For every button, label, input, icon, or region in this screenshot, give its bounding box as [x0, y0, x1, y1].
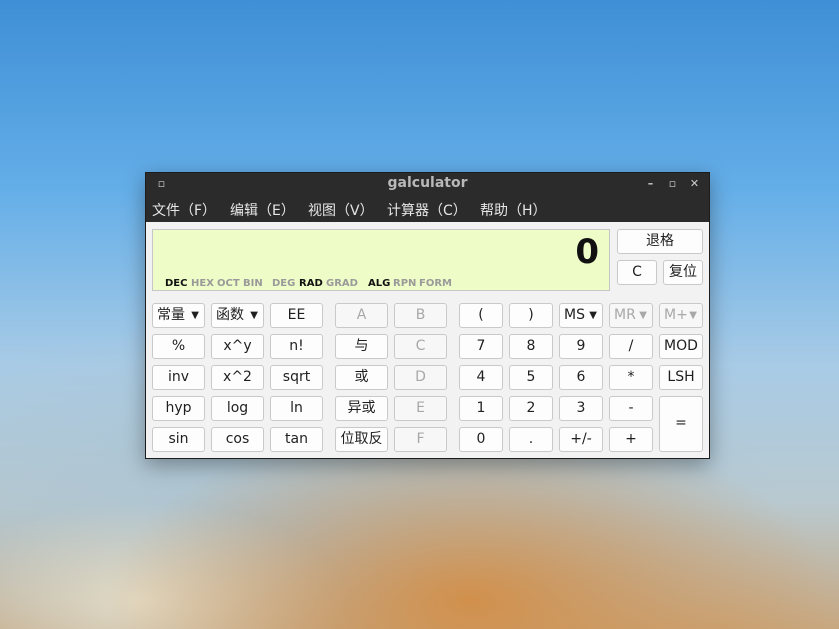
memory-store-dropdown[interactable]: MS ▼: [559, 303, 603, 328]
lsh-button[interactable]: LSH: [659, 365, 703, 390]
percent-button[interactable]: %: [152, 334, 205, 359]
divide-button[interactable]: /: [609, 334, 653, 359]
mplus-label: M+: [664, 307, 688, 323]
multiply-button[interactable]: *: [609, 365, 653, 390]
not-button[interactable]: 位取反: [335, 427, 388, 452]
left-paren-button[interactable]: (: [459, 303, 503, 328]
sin-button[interactable]: sin: [152, 427, 205, 452]
chevron-down-icon: ▼: [639, 310, 647, 321]
mode-rpn[interactable]: RPN: [393, 278, 416, 289]
cos-button[interactable]: cos: [211, 427, 264, 452]
menu-bar: 文件（F） 编辑（E） 视图（V） 计算器（C） 帮助（H）: [146, 195, 709, 222]
calculator-window: ▫ galculator – ▫ ✕ 文件（F） 编辑（E） 视图（V） 计算器…: [145, 172, 710, 459]
chevron-down-icon: ▼: [589, 310, 597, 321]
hex-d-button[interactable]: D: [394, 365, 447, 390]
mode-grad[interactable]: GRAD: [326, 278, 358, 289]
reset-button[interactable]: 复位: [663, 260, 703, 285]
chevron-down-icon: ▼: [250, 310, 258, 321]
ln-button[interactable]: ln: [270, 396, 323, 421]
digit-1-button[interactable]: 1: [459, 396, 503, 421]
ms-label: MS: [564, 307, 585, 323]
sqrt-button[interactable]: sqrt: [270, 365, 323, 390]
add-button[interactable]: +: [609, 427, 653, 452]
mode-dec[interactable]: DEC: [165, 278, 187, 289]
ee-button[interactable]: EE: [270, 303, 323, 328]
decimal-point-button[interactable]: .: [509, 427, 553, 452]
functions-label: 函数: [216, 307, 244, 323]
digit-5-button[interactable]: 5: [509, 365, 553, 390]
and-button[interactable]: 与: [335, 334, 388, 359]
digit-6-button[interactable]: 6: [559, 365, 603, 390]
hex-a-button[interactable]: A: [335, 303, 388, 328]
mode-alg[interactable]: ALG: [368, 278, 390, 289]
constants-dropdown[interactable]: 常量 ▼: [152, 303, 205, 328]
mode-deg[interactable]: DEG: [272, 278, 295, 289]
hex-b-button[interactable]: B: [394, 303, 447, 328]
maximize-icon[interactable]: ▫: [667, 178, 678, 189]
menu-view[interactable]: 视图（V）: [308, 200, 374, 220]
tan-button[interactable]: tan: [270, 427, 323, 452]
clear-button[interactable]: C: [617, 260, 657, 285]
digit-4-button[interactable]: 4: [459, 365, 503, 390]
digit-9-button[interactable]: 9: [559, 334, 603, 359]
menu-help[interactable]: 帮助（H）: [480, 200, 547, 220]
right-paren-button[interactable]: ): [509, 303, 553, 328]
functions-dropdown[interactable]: 函数 ▼: [211, 303, 264, 328]
digit-8-button[interactable]: 8: [509, 334, 553, 359]
digit-3-button[interactable]: 3: [559, 396, 603, 421]
mr-label: MR: [614, 307, 636, 323]
hex-c-button[interactable]: C: [394, 334, 447, 359]
digit-7-button[interactable]: 7: [459, 334, 503, 359]
close-icon[interactable]: ✕: [689, 178, 700, 189]
square-button[interactable]: x^2: [211, 365, 264, 390]
mode-oct[interactable]: OCT: [217, 278, 240, 289]
factorial-button[interactable]: n!: [270, 334, 323, 359]
or-button[interactable]: 或: [335, 365, 388, 390]
equals-button[interactable]: =: [659, 396, 703, 452]
mode-hex[interactable]: HEX: [191, 278, 214, 289]
memory-recall-dropdown[interactable]: MR ▼: [609, 303, 653, 328]
mode-form[interactable]: FORM: [419, 278, 452, 289]
chevron-down-icon: ▼: [689, 310, 697, 321]
hex-e-button[interactable]: E: [394, 396, 447, 421]
display-value: 0: [575, 232, 599, 272]
menu-edit[interactable]: 编辑（E）: [230, 200, 295, 220]
hyp-button[interactable]: hyp: [152, 396, 205, 421]
log-button[interactable]: log: [211, 396, 264, 421]
menu-calculator[interactable]: 计算器（C）: [387, 200, 467, 220]
xor-button[interactable]: 异或: [335, 396, 388, 421]
title-bar: ▫ galculator – ▫ ✕: [146, 173, 709, 195]
sign-toggle-button[interactable]: +/-: [559, 427, 603, 452]
window-title: galculator: [387, 175, 468, 191]
constants-label: 常量: [157, 307, 185, 323]
backspace-button[interactable]: 退格: [617, 229, 703, 254]
mod-button[interactable]: MOD: [659, 334, 703, 359]
minimize-icon[interactable]: –: [645, 178, 656, 189]
hex-f-button[interactable]: F: [394, 427, 447, 452]
menu-file[interactable]: 文件（F）: [152, 200, 216, 220]
chevron-down-icon: ▼: [191, 310, 199, 321]
mode-bin[interactable]: BIN: [243, 278, 263, 289]
inv-button[interactable]: inv: [152, 365, 205, 390]
memory-add-dropdown[interactable]: M+ ▼: [659, 303, 703, 328]
subtract-button[interactable]: -: [609, 396, 653, 421]
result-display: 0 DEC HEX OCT BIN DEG RAD GRAD ALG RPN F…: [152, 229, 610, 291]
mode-rad[interactable]: RAD: [299, 278, 323, 289]
digit-0-button[interactable]: 0: [459, 427, 503, 452]
digit-2-button[interactable]: 2: [509, 396, 553, 421]
power-button[interactable]: x^y: [211, 334, 264, 359]
